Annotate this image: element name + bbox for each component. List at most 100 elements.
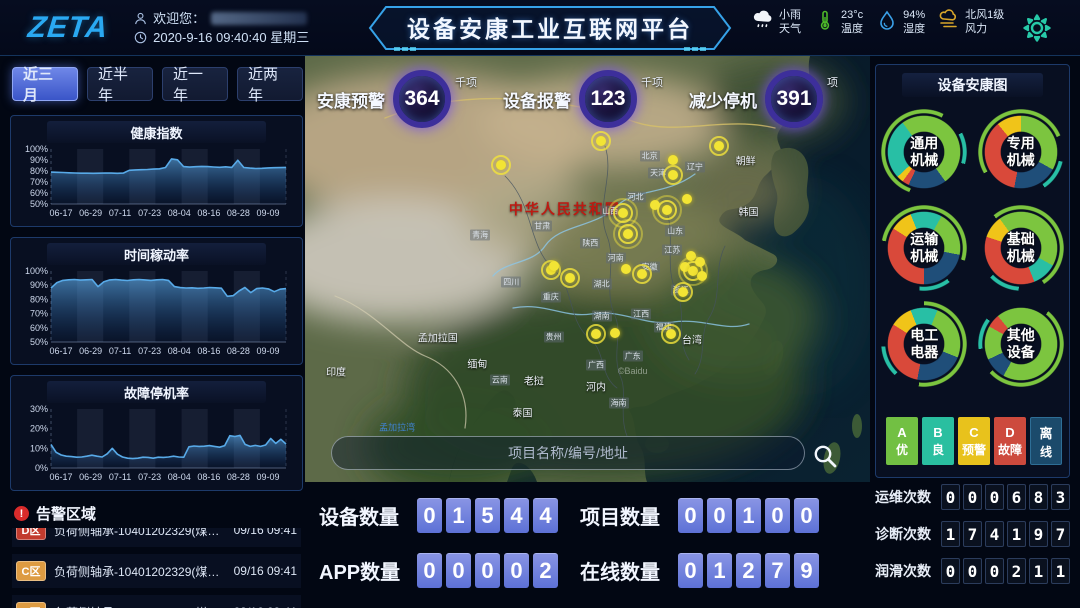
alert-level-badge: D区 xyxy=(16,528,46,540)
gauge-label: 其他设备 xyxy=(984,307,1058,381)
digit-boxes: 01279 xyxy=(678,553,819,588)
digit: 1 xyxy=(1029,558,1048,584)
kpi-unit: 千项 xyxy=(641,74,663,90)
svg-text:06-29: 06-29 xyxy=(79,346,102,356)
svg-text:60%: 60% xyxy=(30,323,48,333)
weather-text: 北风1级风力 xyxy=(965,8,1004,36)
digit-boxes: 00002 xyxy=(417,553,558,588)
digit: 2 xyxy=(736,553,761,588)
user-icon xyxy=(134,12,147,25)
search-input[interactable] xyxy=(332,437,804,469)
search-icon[interactable] xyxy=(812,443,838,469)
map-province-label: 山东 xyxy=(665,225,685,236)
digit: 0 xyxy=(475,553,500,588)
svg-text:08-28: 08-28 xyxy=(227,208,250,218)
weather-item: 94%湿度 xyxy=(876,8,925,36)
weather-text: 23°c温度 xyxy=(841,8,863,36)
project-marker[interactable] xyxy=(621,264,631,274)
health-gauge-3[interactable]: 基础机械 xyxy=(984,211,1058,285)
map-bay-label: 孟加拉湾 xyxy=(379,420,415,433)
zeta-logo: ZETA xyxy=(26,11,110,45)
counter-row: APP数量 00002 在线数量01279 xyxy=(319,553,870,588)
project-marker[interactable] xyxy=(666,329,676,339)
digit: 1 xyxy=(707,553,732,588)
project-marker[interactable] xyxy=(596,136,606,146)
chart-panel-downtime: 故障停机率 30%20%10%0%06-1706-2907-1107-2308-… xyxy=(10,375,303,491)
digit: 3 xyxy=(1051,484,1070,510)
digit: 7 xyxy=(963,521,982,547)
digit: 4 xyxy=(504,498,529,533)
clock-icon xyxy=(134,31,147,44)
svg-text:80%: 80% xyxy=(30,166,48,176)
filter-btn-0[interactable]: 近三月 xyxy=(12,67,78,101)
svg-text:06-17: 06-17 xyxy=(49,208,72,218)
project-marker[interactable] xyxy=(565,273,575,283)
svg-text:100%: 100% xyxy=(25,144,48,154)
gauge-label: 运输机械 xyxy=(887,211,961,285)
rain-cloud-icon xyxy=(752,9,774,36)
digit: 4 xyxy=(533,498,558,533)
gauge-grid: 通用机械专用机械运输机械基础机械电工电器其他设备 xyxy=(876,115,1069,381)
digit: 0 xyxy=(963,558,982,584)
svg-text:70%: 70% xyxy=(30,309,48,319)
svg-text:08-04: 08-04 xyxy=(168,346,191,356)
svg-text:08-04: 08-04 xyxy=(168,208,191,218)
filter-btn-3[interactable]: 近两年 xyxy=(237,67,303,101)
health-gauge-4[interactable]: 电工电器 xyxy=(887,307,961,381)
svg-text:07-23: 07-23 xyxy=(138,472,161,482)
map-province-label: 湖北 xyxy=(592,278,612,289)
weather-text: 小雨天气 xyxy=(779,8,801,36)
project-marker[interactable] xyxy=(549,261,559,271)
project-marker[interactable] xyxy=(662,205,672,215)
weather-item: 23°c温度 xyxy=(814,8,863,36)
alert-row[interactable]: C区负荷侧轴承-10401202329(煤气引风机电...09/16 09:41 xyxy=(12,554,301,588)
project-marker[interactable] xyxy=(714,141,724,151)
project-marker[interactable] xyxy=(682,194,692,204)
digit: 1 xyxy=(941,521,960,547)
filter-btn-1[interactable]: 近半年 xyxy=(87,67,153,101)
alert-time: 09/16 09:41 xyxy=(234,564,297,578)
project-marker[interactable] xyxy=(618,208,628,218)
map-province-label: 江西 xyxy=(631,308,651,319)
kpi-unit: 项 xyxy=(827,74,838,90)
china-map[interactable]: 安康预警364千项设备报警123千项减少停机391项 中华人民共和国朝鲜韩国孟加… xyxy=(305,56,870,482)
health-gauge-1[interactable]: 专用机械 xyxy=(984,115,1058,189)
project-marker[interactable] xyxy=(610,328,620,338)
alert-row[interactable]: C区负荷侧轴承-10401202329(煤气引风机电...09/16 09:41 xyxy=(12,595,301,608)
alert-row[interactable]: D区负荷侧轴承-10401202329(煤气引风机电...09/16 09:41 xyxy=(12,528,301,547)
project-marker[interactable] xyxy=(668,170,678,180)
map-province-label: 重庆 xyxy=(541,291,561,302)
svg-text:09-09: 09-09 xyxy=(256,472,279,482)
project-marker[interactable] xyxy=(623,229,633,239)
svg-text:06-29: 06-29 xyxy=(79,472,102,482)
legend-badge: 离线 xyxy=(1030,417,1062,465)
map-province-label: 江苏 xyxy=(662,244,682,255)
project-marker[interactable] xyxy=(697,271,707,281)
project-marker[interactable] xyxy=(591,329,601,339)
counter-label: APP数量 xyxy=(319,556,405,585)
digit: 1 xyxy=(446,498,471,533)
health-gauge-2[interactable]: 运输机械 xyxy=(887,211,961,285)
project-marker[interactable] xyxy=(678,287,688,297)
weather-text: 94%湿度 xyxy=(903,8,925,36)
legend-badge: D故障 xyxy=(994,417,1026,465)
settings-gear-icon[interactable] xyxy=(1020,11,1054,45)
project-marker[interactable] xyxy=(637,269,647,279)
map-province-label: 云南 xyxy=(490,374,510,385)
svg-text:07-11: 07-11 xyxy=(109,208,131,218)
svg-text:10%: 10% xyxy=(30,443,48,453)
project-marker[interactable] xyxy=(496,160,506,170)
legend-badge: C预警 xyxy=(958,417,990,465)
map-province-label: 河南 xyxy=(606,253,626,264)
filter-btn-2[interactable]: 近一年 xyxy=(162,67,228,101)
map-country-label: 缅甸 xyxy=(467,355,487,370)
alert-list[interactable]: D区负荷侧轴承-10401202329(煤气引风机电...09/16 09:41… xyxy=(10,528,303,608)
health-gauge-0[interactable]: 通用机械 xyxy=(887,115,961,189)
svg-text:07-23: 07-23 xyxy=(138,346,161,356)
svg-text:0%: 0% xyxy=(35,463,48,473)
side-counter-row: 润滑次数000211 xyxy=(875,558,1073,584)
digit: 2 xyxy=(533,553,558,588)
counter-group: 在线数量01279 xyxy=(580,553,819,588)
health-gauge-5[interactable]: 其他设备 xyxy=(984,307,1058,381)
digit: 4 xyxy=(985,521,1004,547)
